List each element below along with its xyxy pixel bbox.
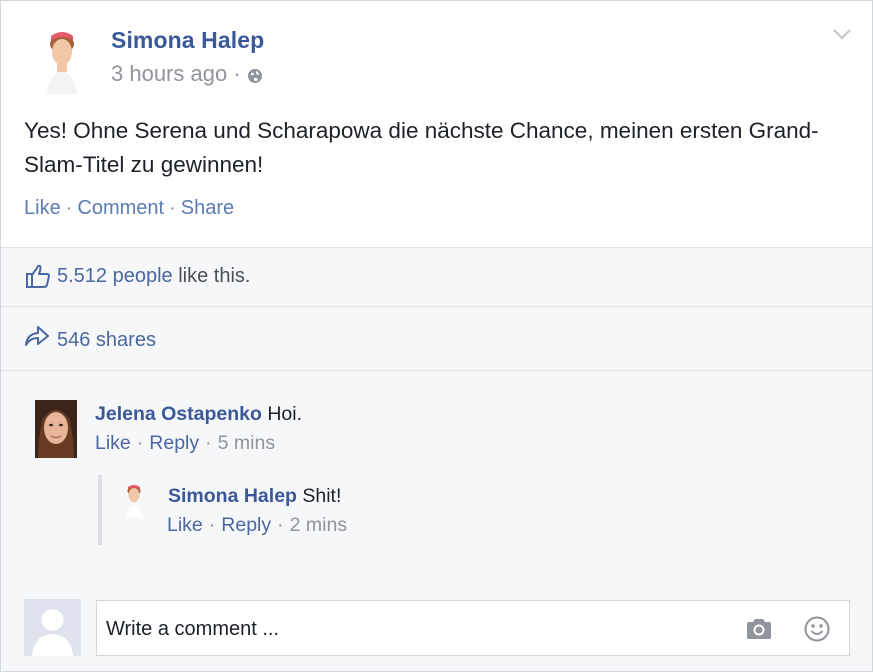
comment-author[interactable]: Jelena Ostapenko [95,403,262,425]
share-link[interactable]: Share [181,197,234,220]
post-card: Simona Halep 3 hours ago · Yes! Ohne Ser… [0,0,873,672]
comment-text: Shit! [296,485,342,507]
comment-composer: Write a comment ... [1,599,872,672]
comment-text: Hoi. [261,403,303,425]
comment-separator: · [136,432,144,454]
meta-separator: · [233,61,241,86]
comment-author[interactable]: Simona Halep [168,485,297,507]
comment-like-link[interactable]: Like [167,514,203,537]
thumbs-up-icon [26,264,50,288]
comment-separator: · [277,514,284,536]
comment-actions: Like · Reply · 2 mins [167,514,347,537]
comment: Jelena Ostapenko Hoi. [95,403,302,426]
camera-icon[interactable] [745,617,773,641]
action-separator: · [65,197,73,219]
like-link[interactable]: Like [24,197,61,220]
chevron-down-icon[interactable] [832,27,852,41]
shares-row: 546 shares [1,307,872,371]
author-avatar[interactable] [37,24,87,94]
likes-row: 5.512 people like this. [1,247,872,307]
viewer-avatar [24,599,81,656]
post-meta: 3 hours ago · [111,61,263,87]
likes-summary: 5.512 people like this. [57,265,250,288]
reply-thread-line [98,475,102,545]
comment-like-link[interactable]: Like [95,432,131,455]
post-actions: Like · Comment · Share [24,197,234,220]
comment-actions: Like · Reply · 5 mins [95,432,275,455]
likes-count-link[interactable]: 5.512 people [57,265,173,287]
post-author-name[interactable]: Simona Halep [111,27,264,54]
comment-input[interactable]: Write a comment ... [96,600,850,656]
action-separator: · [169,197,176,219]
post-text: Yes! Ohne Serena und Scharapowa die näch… [24,118,819,177]
post-header: Simona Halep 3 hours ago · Yes! Ohne Ser… [1,1,872,247]
comment-reply-link[interactable]: Reply [149,432,199,455]
globe-icon[interactable] [247,68,263,84]
shares-count-link[interactable]: 546 shares [57,329,156,352]
comment-timestamp[interactable]: 5 mins [218,432,275,455]
post-timestamp[interactable]: 3 hours ago [111,61,227,87]
comment-reply-link[interactable]: Reply [221,514,271,537]
reply-comment: Simona Halep Shit! [168,485,341,508]
comment-separator: · [208,514,216,536]
comment-placeholder: Write a comment ... [106,618,280,640]
likes-suffix: like this. [172,265,251,287]
reply-author-avatar[interactable] [121,481,147,517]
comment-timestamp[interactable]: 2 mins [290,514,347,537]
smiley-icon[interactable] [803,615,831,643]
comment-link[interactable]: Comment [77,197,164,220]
comment-separator: · [205,432,212,454]
commenter-avatar[interactable] [35,400,77,458]
share-arrow-icon [25,326,49,346]
